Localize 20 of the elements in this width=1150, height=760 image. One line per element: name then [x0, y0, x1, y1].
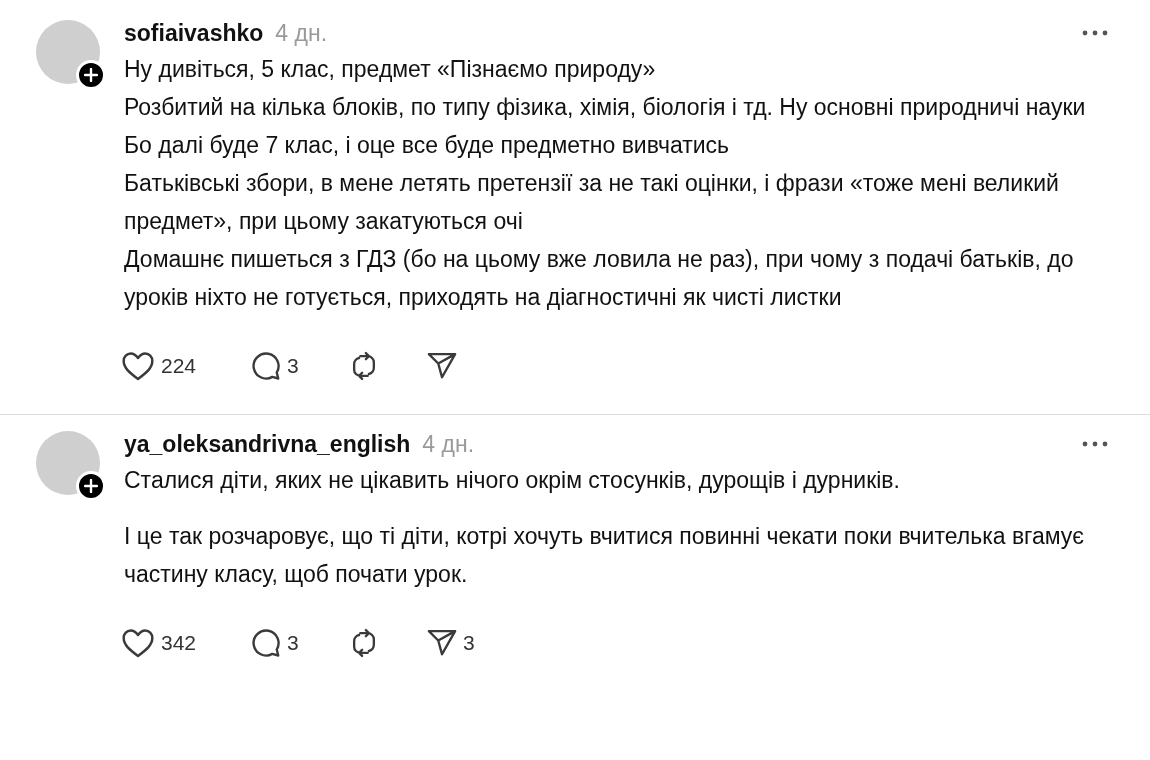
post-text: Сталися діти, яких не цікавить нічого окрім стосунків, дурощів і дурників.: [124, 466, 901, 495]
count-label: 342: [161, 630, 197, 657]
more-options-icon[interactable]: [1082, 30, 1108, 36]
username[interactable]: ya_oleksandrivna_english: [124, 426, 411, 462]
send-icon[interactable]: [427, 352, 457, 380]
post-time: 4 дн.: [422, 429, 475, 459]
count-label: 3: [287, 353, 299, 380]
send-icon[interactable]: [427, 629, 457, 657]
heart-icon[interactable]: [121, 628, 155, 658]
heart-icon[interactable]: [121, 351, 155, 381]
more-options-icon[interactable]: [1082, 441, 1108, 447]
count-label: 3: [463, 630, 475, 657]
count-label: 224: [161, 353, 197, 380]
count-label: 3: [287, 630, 299, 657]
post-text: Ну дивіться, 5 клас, предмет «Пізнаємо природу» Розбитий на кілька блоків, по типу фізика, хімія, біологія і тд. Ну основні природничі науки Бо далі буде 7 клас, і оце все буде предметно вивчатись Батьківські збори, в мене летять претензії за не такі оцінки, і фрази «тоже мені великий предмет», при цьому закатуються очі Домашнє пишеться з ГДЗ (бо на цьому вже ловила не раз), при чому з подачі батьків, до уроків ніхто не готується, приходять на діагностичні як чисті листки: [124, 55, 1087, 312]
speech-bubble-icon[interactable]: [251, 628, 281, 658]
post-text: І це так розчаровує, що ті діти, котрі хочуть вчитися повинні чекати поки вчителька вгамує частину класу, щоб почати урок.: [124, 522, 1086, 589]
speech-bubble-icon[interactable]: [251, 351, 281, 381]
username[interactable]: sofiaivashko: [124, 15, 264, 51]
post-time: 4 дн.: [275, 18, 328, 48]
